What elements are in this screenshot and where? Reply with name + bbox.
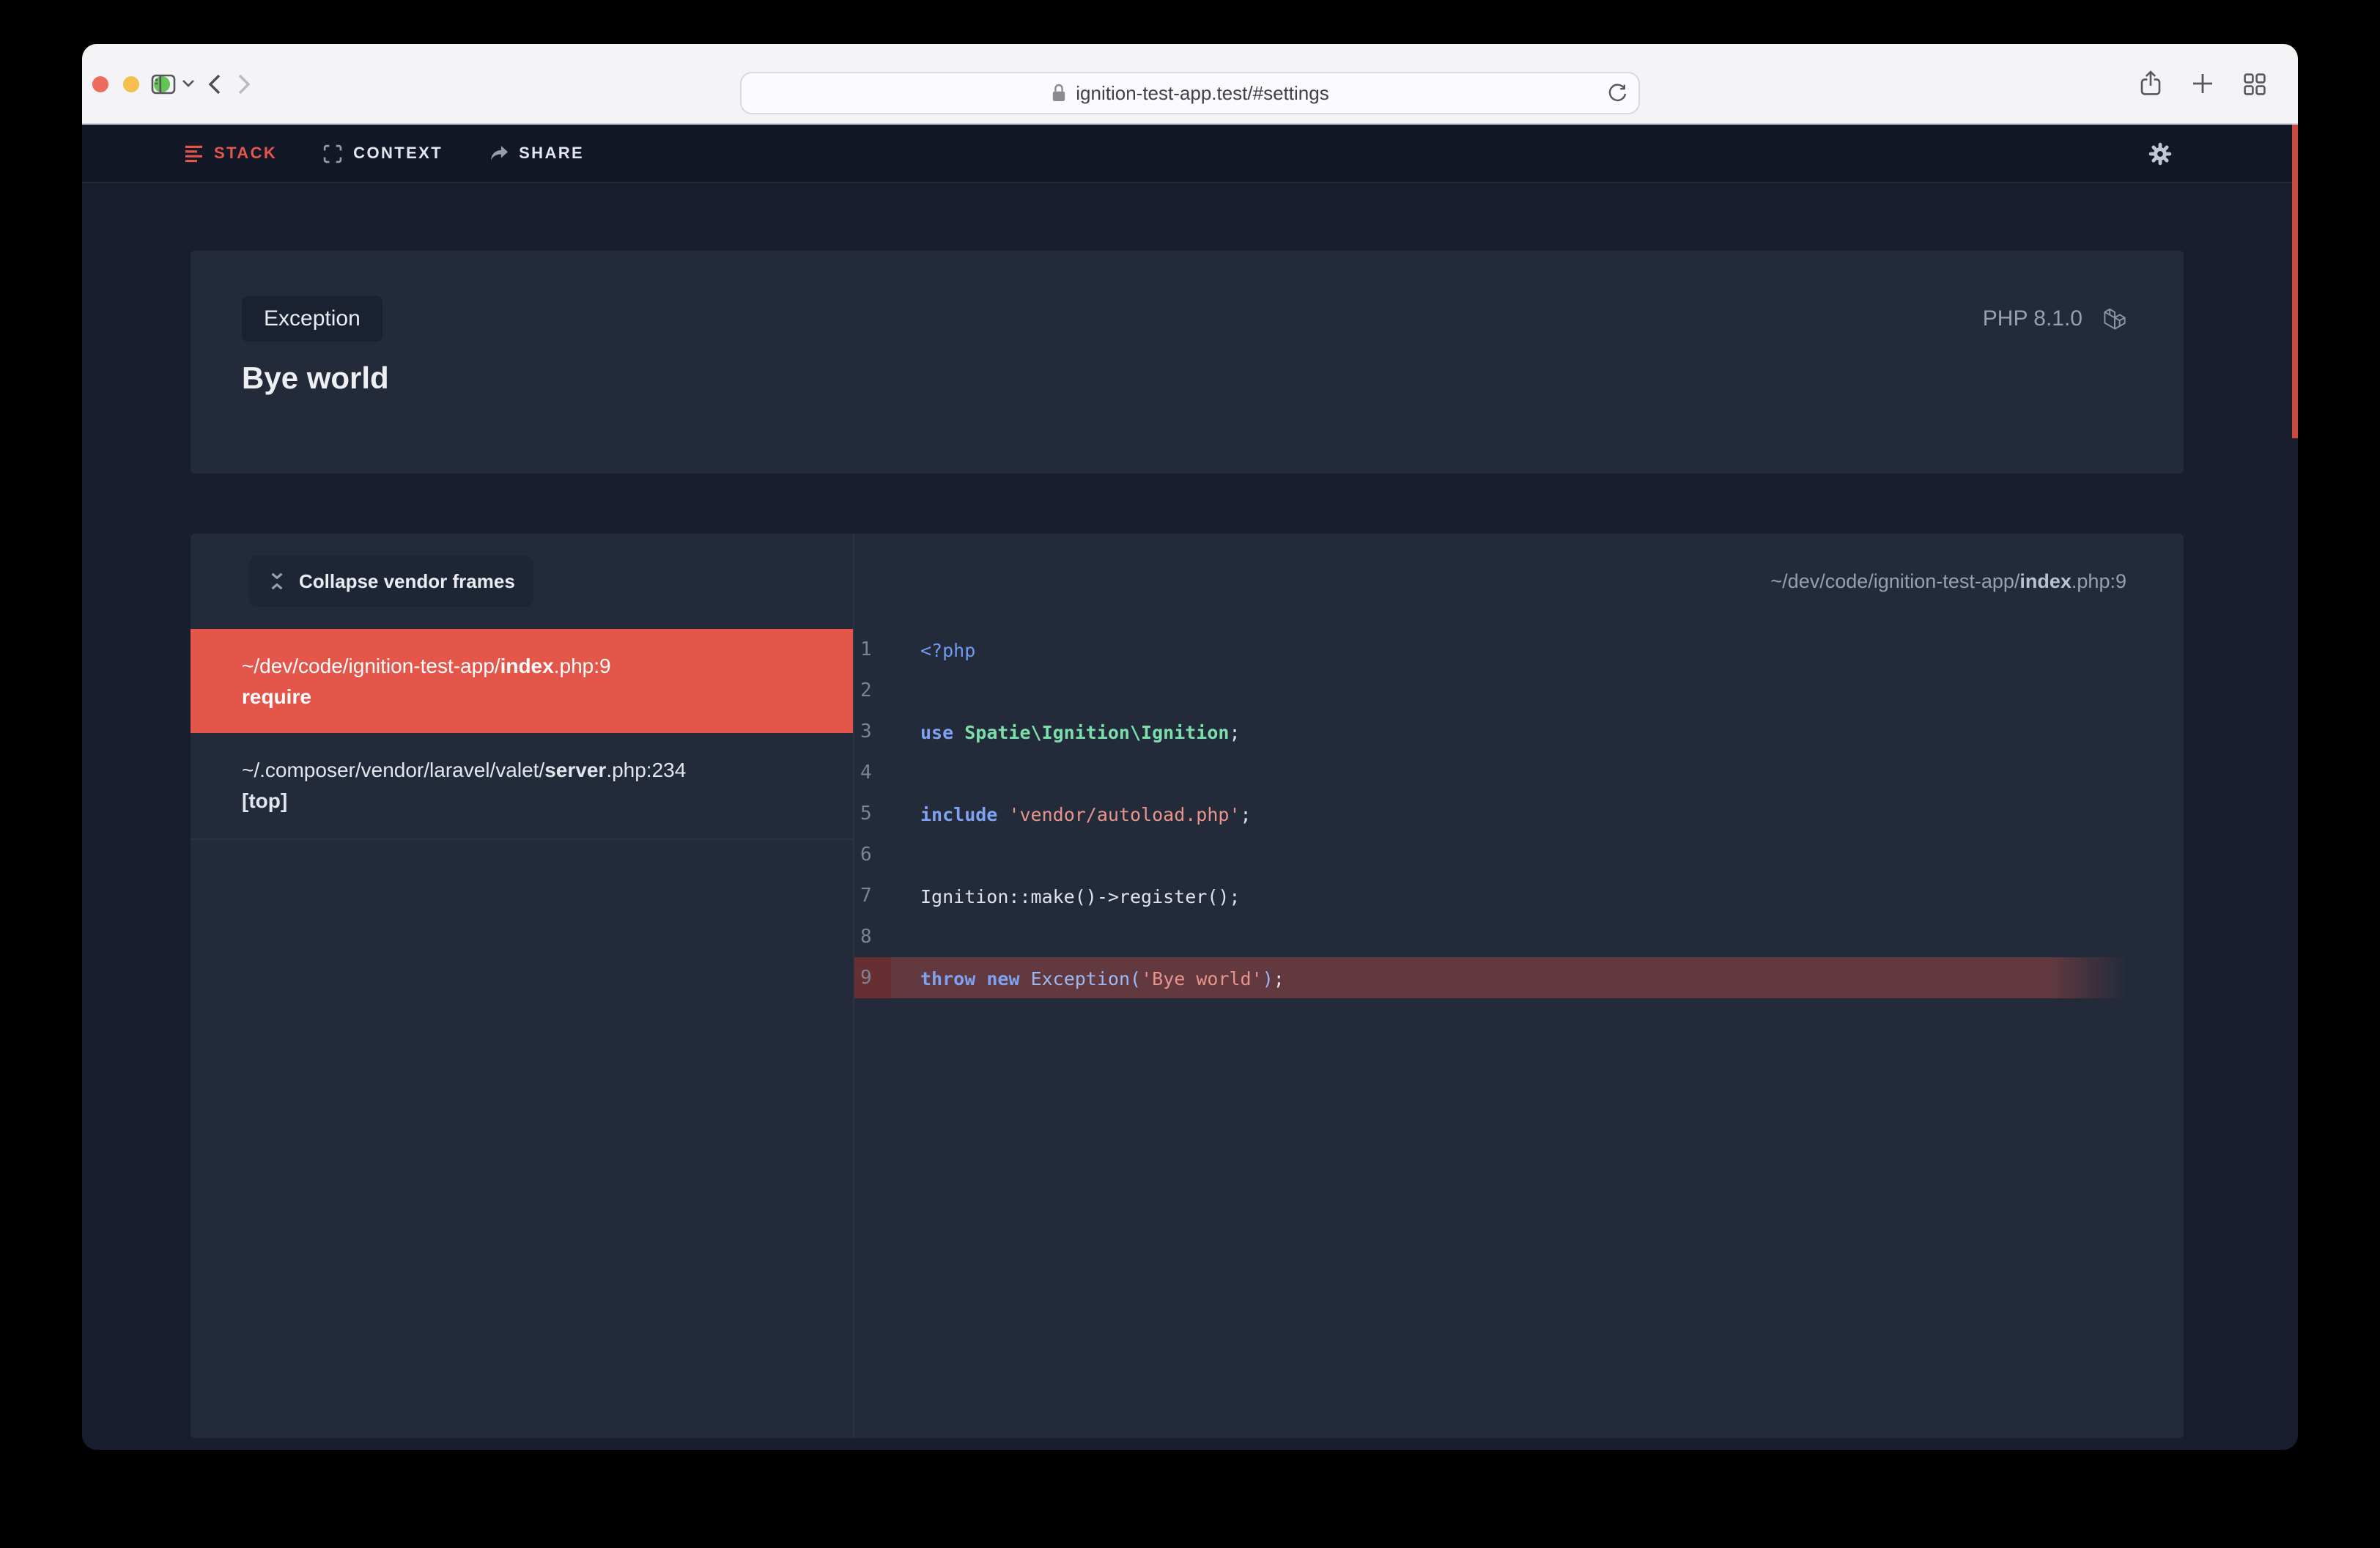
line-number: 2 — [860, 679, 904, 701]
browser-window: ignition-test-app.test/#settings — [82, 44, 2298, 1450]
refresh-icon[interactable] — [1608, 83, 1627, 103]
code-pane: ~/dev/code/ignition-test-app/index.php:9… — [854, 534, 2184, 1438]
source-code: use Spatie\Ignition\Ignition; — [920, 720, 1241, 742]
tab-share[interactable]: SHARE — [488, 144, 584, 162]
exception-class-badge: Exception — [242, 296, 382, 342]
tab-overview-icon[interactable] — [2244, 73, 2266, 95]
line-number: 9 — [860, 967, 904, 989]
forward-button[interactable] — [237, 73, 251, 95]
line-number: 5 — [860, 803, 904, 825]
line-number: 7 — [860, 885, 904, 907]
line-number: 4 — [860, 762, 904, 784]
code-line-9: 9 throw new Exception('Bye world'); — [854, 957, 2184, 998]
stack-list-icon — [185, 144, 204, 162]
source-code: <?php — [920, 638, 975, 660]
code-file-path: ~/dev/code/ignition-test-app/index.php:9 — [1770, 570, 2126, 592]
tab-context[interactable]: CONTEXT — [322, 143, 443, 163]
frame-path: ~/.composer/vendor/laravel/valet/server.… — [242, 755, 838, 785]
lock-icon — [1051, 84, 1067, 103]
settings-gear-icon[interactable] — [2148, 141, 2172, 165]
code-line-6: 6 — [854, 834, 2184, 875]
tab-context-label: CONTEXT — [353, 144, 443, 162]
frame-method: require — [242, 681, 838, 711]
exception-card: Exception Bye world PHP 8.1.0 — [191, 251, 2184, 473]
line-number: 6 — [860, 844, 904, 866]
code-line-3: 3 use Spatie\Ignition\Ignition; — [854, 711, 2184, 752]
sidebar-chevron-down-icon[interactable] — [182, 79, 195, 88]
collapse-vendor-frames-button[interactable]: Collapse vendor frames — [249, 556, 534, 607]
new-tab-plus-icon[interactable] — [2192, 73, 2213, 94]
line-number: 3 — [860, 720, 904, 742]
php-version: PHP 8.1.0 — [1983, 306, 2082, 331]
laravel-icon — [2103, 306, 2126, 331]
address-bar[interactable]: ignition-test-app.test/#settings — [740, 72, 1640, 114]
code-line-5: 5 include 'vendor/autoload.php'; — [854, 793, 2184, 834]
stack-panel: Collapse vendor frames ~/dev/code/igniti… — [191, 534, 2184, 1438]
sidebar-toggle-icon[interactable] — [151, 73, 176, 95]
context-brackets-icon — [322, 143, 343, 163]
frames-pane: Collapse vendor frames ~/dev/code/igniti… — [191, 534, 854, 1438]
scroll-indicator[interactable] — [2292, 125, 2298, 438]
collapse-vendor-frames-label: Collapse vendor frames — [299, 570, 515, 592]
stack-frame-0[interactable]: ~/dev/code/ignition-test-app/index.php:9… — [191, 629, 853, 733]
share-export-icon[interactable] — [2140, 70, 2162, 97]
source-code: Ignition::make()->register(); — [920, 885, 1241, 907]
browser-titlebar: ignition-test-app.test/#settings — [82, 44, 2298, 125]
frame-path: ~/dev/code/ignition-test-app/index.php:9 — [242, 651, 838, 681]
code-line-8: 8 — [854, 916, 2184, 957]
share-arrow-icon — [488, 144, 509, 162]
code-line-2: 2 — [854, 670, 2184, 711]
code-line-1: 1 <?php — [854, 629, 2184, 670]
tab-share-label: SHARE — [519, 144, 584, 162]
main-content: Exception Bye world PHP 8.1.0 — [82, 183, 2298, 1438]
url-text: ignition-test-app.test/#settings — [1076, 82, 1328, 104]
collapse-icon — [268, 570, 286, 592]
exception-message: Bye world — [242, 362, 2126, 397]
screen: ignition-test-app.test/#settings — [0, 0, 2380, 1548]
close-window-button[interactable] — [92, 75, 108, 92]
code-line-4: 4 — [854, 752, 2184, 793]
tab-stack[interactable]: STACK — [185, 144, 277, 162]
frames-list: ~/dev/code/ignition-test-app/index.php:9… — [191, 629, 853, 840]
tab-stack-label: STACK — [214, 144, 277, 162]
line-number: 1 — [860, 638, 904, 660]
minimize-window-button[interactable] — [123, 75, 139, 92]
line-number: 8 — [860, 926, 904, 948]
code-viewer: 1 <?php 2 3 use Spatie\Ignition\Ignition; 4 5i… — [854, 629, 2184, 998]
ignition-navbar: STACK CONTEXT — [82, 125, 2298, 183]
source-code: include 'vendor/autoload.php'; — [920, 803, 1252, 825]
frame-method: [top] — [242, 785, 838, 815]
code-line-7: 7 Ignition::make()->register(); — [854, 875, 2184, 916]
stack-frame-1[interactable]: ~/.composer/vendor/laravel/valet/server.… — [191, 733, 853, 840]
back-button[interactable] — [208, 73, 221, 95]
source-code: throw new Exception('Bye world'); — [920, 967, 1285, 989]
